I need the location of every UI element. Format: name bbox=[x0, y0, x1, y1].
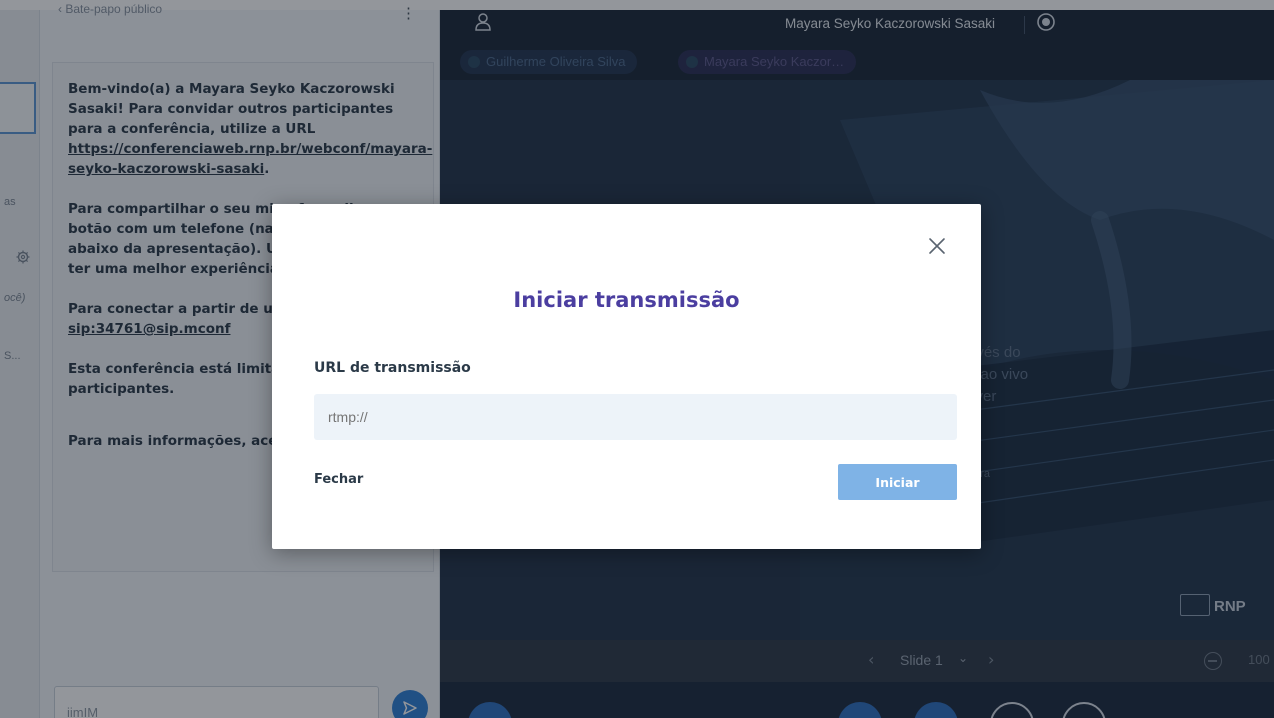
stream-url-label: URL de transmissão bbox=[314, 360, 471, 376]
close-button[interactable]: Fechar bbox=[314, 472, 363, 487]
start-streaming-modal: Iniciar transmissão URL de transmissão F… bbox=[272, 204, 981, 549]
modal-title: Iniciar transmissão bbox=[513, 288, 740, 312]
start-button[interactable]: Iniciar bbox=[838, 464, 957, 500]
close-icon[interactable] bbox=[927, 236, 947, 256]
app-window: as ocê) S... ‹ Bate-papo público ⋮ Bem-v… bbox=[0, 0, 1274, 718]
stream-url-input[interactable] bbox=[314, 394, 957, 440]
